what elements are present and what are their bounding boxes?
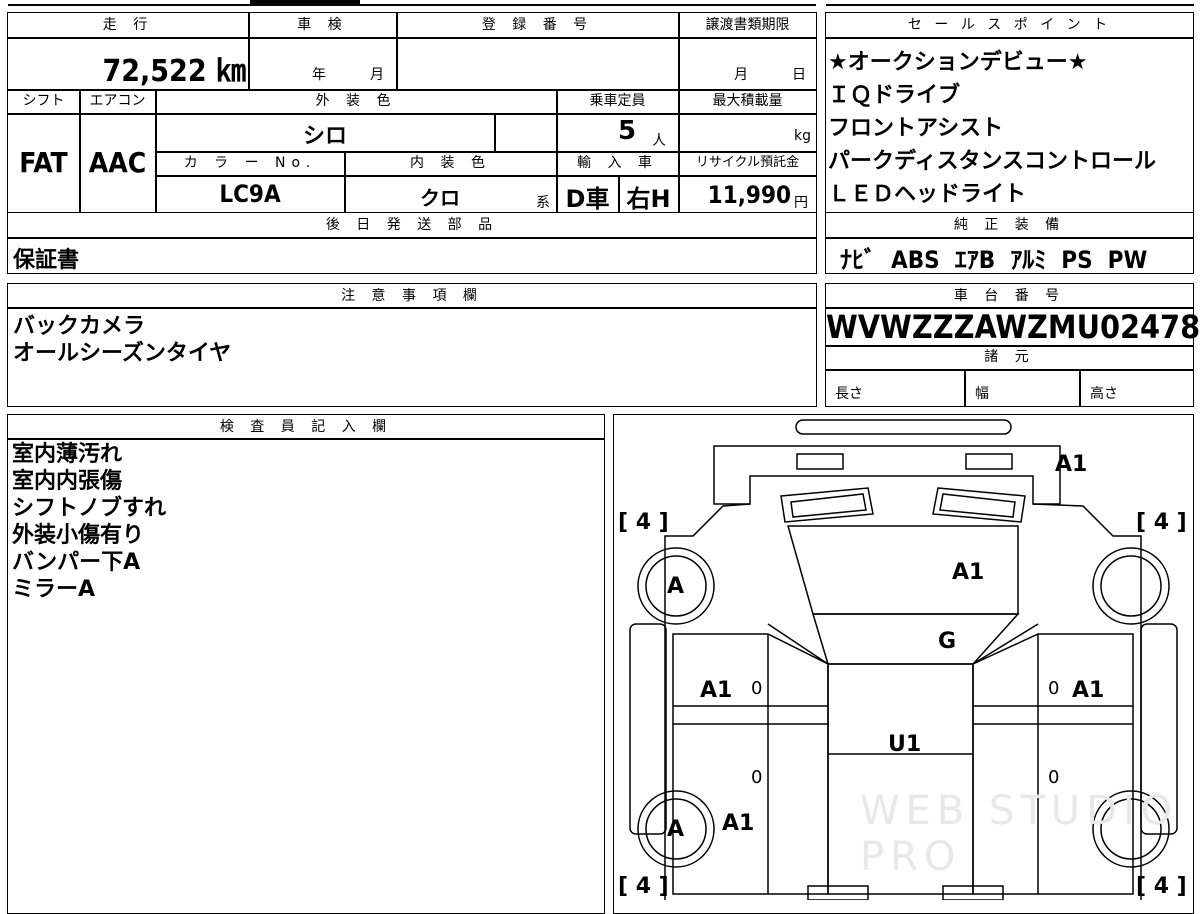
steering-value: 右H: [626, 185, 671, 213]
transfer-deadline-label: 譲渡書類期限: [705, 17, 790, 33]
equipment-label: 純 正 装 備: [953, 217, 1066, 233]
headlight-left-inner: [790, 493, 867, 518]
aircon-value: AAC: [88, 146, 147, 179]
mark-windshield: G: [938, 629, 957, 654]
notes-line: バックカメラ: [13, 314, 146, 339]
inspector-line: シフトノブすれ: [12, 496, 167, 521]
max-load-label: 最大積載量: [712, 93, 783, 109]
equipment-value: ﾅﾋﾞ ABS ｴｱB ｱﾙﾐ PS PW: [840, 246, 1148, 274]
inspector-label: 検 査 員 記 入 欄: [219, 419, 393, 435]
specs-label: 諸 元: [984, 349, 1035, 365]
interior-suffix: 系: [536, 195, 550, 211]
mark-hood: A1: [952, 560, 985, 585]
inspector-notes: 室内薄汚れ 室内内張傷 シフトノブすれ 外装小傷有り バンパー下A ミラーA: [12, 441, 166, 603]
zero-right-1: 0: [1048, 678, 1060, 699]
headlight-right-inner: [939, 493, 1016, 518]
sales-points-list: ★オークションデビュー★ ＩＱドライブ フロントアシスト パークディスタンスコン…: [828, 46, 1192, 211]
inspector-line: バンパー下A: [12, 550, 141, 575]
inspector-line: 室内内張傷: [12, 469, 123, 494]
delivery-label: 後 日 発 送 部 品: [325, 217, 499, 233]
list-item: フロントアシスト: [828, 116, 1004, 141]
fog-light-right: [965, 453, 1013, 470]
chassis-number: WVWZZZAWZMU024789: [826, 308, 1200, 346]
inspector-line: ミラーA: [12, 577, 96, 602]
sales-points-label: セ ー ル ス ポ イ ン ト: [907, 17, 1112, 33]
capacity-unit: 人: [652, 133, 666, 149]
list-item: パークディスタンスコントロール: [828, 149, 1157, 174]
recycle-unit: 円: [794, 195, 808, 211]
mark-right-door: A1: [1072, 678, 1105, 703]
color-no-label: カ ラ ー No.: [183, 155, 317, 171]
inspector-line: 室内薄汚れ: [12, 442, 123, 467]
inspector-line: 外装小傷有り: [12, 523, 145, 548]
inspection-month: 月: [370, 67, 384, 83]
watermark: WEB STUDIO PRO: [860, 788, 1179, 880]
mark-roof: U1: [888, 732, 922, 757]
recycle-label: リサイクル預託金: [695, 155, 800, 170]
zero-right-2: 0: [1048, 767, 1060, 788]
inspection-year: 年: [312, 67, 326, 83]
transfer-month: 月: [734, 67, 748, 83]
mark-left-rear: A1: [722, 811, 755, 836]
mark-wheel-rear-left: A: [667, 817, 685, 842]
delivery-value: 保証書: [13, 248, 80, 273]
front-bumper-strip: [795, 419, 1012, 435]
length-label: 長さ: [835, 386, 863, 402]
transfer-day: 日: [792, 67, 806, 83]
chassis-label: 車 台 番 号: [953, 288, 1066, 304]
exterior-color-label: 外 装 色: [315, 93, 397, 109]
capacity-value: 5: [618, 116, 637, 146]
tread-front-right: [ 4 ]: [1136, 510, 1187, 535]
mileage-value: 72,522 ㎞: [102, 54, 246, 89]
shift-label: シフト: [22, 93, 65, 109]
shift-value: FAT: [19, 146, 68, 179]
import-value: D車: [565, 185, 610, 213]
notes-label: 注 意 事 項 欄: [341, 288, 483, 304]
list-item: ＩＱドライブ: [828, 83, 961, 108]
top-cutoff-strip: [0, 0, 1200, 6]
left-doors: [672, 633, 829, 895]
list-item: ★オークションデビュー★: [828, 50, 1088, 75]
list-item: ＬＥＤヘッドライト: [828, 182, 1027, 207]
mileage-label: 走 行: [102, 17, 154, 33]
interior-color-value: クロ: [420, 186, 460, 210]
zero-left-2: 0: [751, 767, 763, 788]
mark-front-bumper: A1: [1055, 452, 1088, 477]
interior-color-label: 内 装 色: [410, 155, 491, 171]
capacity-label: 乗車定員: [589, 93, 646, 109]
max-load-unit: kg: [794, 128, 811, 144]
height-label: 高さ: [1090, 386, 1118, 402]
exterior-color-value: シロ: [302, 124, 347, 149]
tread-rear-right: [ 4 ]: [1136, 874, 1187, 899]
tread-rear-left: [ 4 ]: [618, 874, 669, 899]
registration-label: 登 録 番 号: [481, 17, 594, 33]
width-label: 幅: [975, 386, 989, 402]
wheel-front-right: [1092, 547, 1170, 625]
mark-wheel-front-left: A: [667, 574, 685, 599]
tread-front-left: [ 4 ]: [618, 510, 669, 535]
aircon-label: エアコン: [89, 93, 146, 109]
fog-light-left: [796, 453, 844, 470]
windshield: [811, 613, 1020, 665]
zero-left-1: 0: [751, 678, 763, 699]
notes-line: オールシーズンタイヤ: [13, 341, 232, 366]
recycle-value: 11,990: [707, 181, 791, 209]
color-no-value: LC9A: [219, 180, 281, 208]
mark-left-door: A1: [700, 678, 733, 703]
inspection-label: 車 検: [297, 17, 348, 33]
import-label: 輸 入 車: [577, 155, 658, 171]
